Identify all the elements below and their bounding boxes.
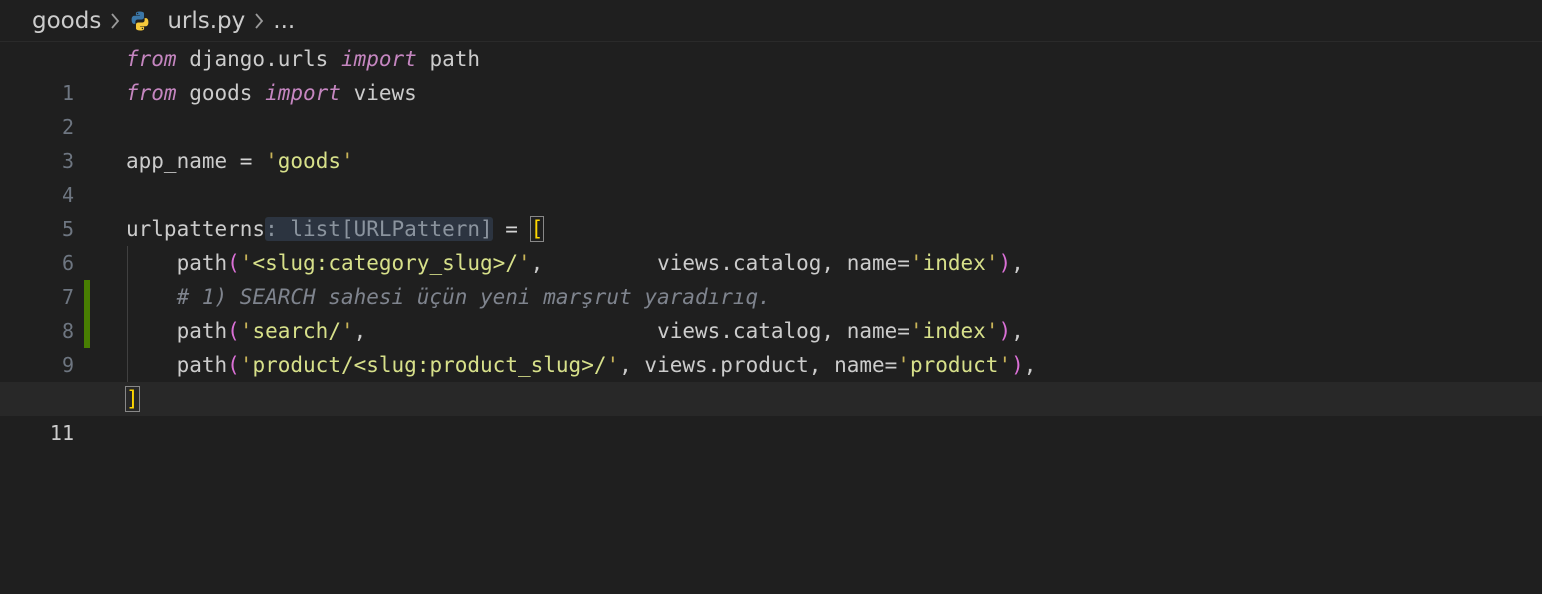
arguments: , views.catalog, name=	[530, 251, 910, 275]
operator: =	[239, 149, 253, 173]
punctuation: ,	[1023, 353, 1037, 377]
quote: '	[985, 251, 999, 275]
keyword: from	[126, 47, 177, 71]
paren: )	[1011, 353, 1024, 377]
code-line[interactable]: 10 path('product/<slug:product_slug>/', …	[0, 348, 1542, 411]
chevron-right-icon	[101, 8, 129, 34]
quote: '	[265, 149, 278, 173]
code-line[interactable]: 5	[0, 178, 1542, 241]
keyword: import	[265, 81, 341, 105]
quote: '	[517, 251, 531, 275]
line-code: urlpatterns: list[URLPattern] = [	[126, 212, 545, 246]
code-line[interactable]: 2 from goods import views	[0, 76, 1542, 139]
breadcrumb: goods urls.py ...	[0, 0, 1542, 42]
import-name: path	[416, 47, 481, 71]
quote: '	[239, 353, 253, 377]
quote: '	[909, 251, 923, 275]
operator: =	[492, 217, 531, 241]
modified-line-indicator[interactable]	[84, 314, 90, 348]
paren: (	[227, 319, 240, 343]
quote: '	[998, 353, 1012, 377]
arguments: , views.product, name=	[619, 353, 898, 377]
keyword: from	[126, 81, 177, 105]
paren: )	[998, 251, 1012, 275]
line-number: 11	[49, 421, 74, 445]
type-inlay-hint: : list[URLPattern]	[265, 217, 493, 241]
string-literal: goods	[277, 149, 341, 173]
paren: )	[998, 319, 1012, 343]
function-call: path	[126, 319, 228, 343]
matching-bracket-close: ]	[125, 386, 140, 412]
line-code: from django.urls import path	[126, 42, 480, 76]
punctuation: ,	[1011, 319, 1024, 343]
code-line[interactable]: 8 # 1) SEARCH sahesi üçün yeni marşrut y…	[0, 280, 1542, 343]
chevron-right-icon	[245, 8, 273, 34]
variable-name: app_name	[126, 149, 240, 173]
string-literal: <slug:category_slug>/	[252, 251, 518, 275]
quote: '	[606, 353, 620, 377]
line-code: ]	[125, 382, 140, 416]
breadcrumb-folder[interactable]: goods	[32, 8, 101, 34]
function-call: path	[126, 353, 228, 377]
quote: '	[897, 353, 910, 377]
code-line[interactable]: 1 from django.urls import path	[0, 42, 1542, 105]
code-line[interactable]: 7 path('<slug:category_slug>/', views.ca…	[0, 246, 1542, 309]
breadcrumb-symbols[interactable]: ...	[273, 8, 295, 34]
code-line[interactable]: 4 app_name = 'goods'	[0, 144, 1542, 207]
line-code: path('<slug:category_slug>/', views.cata…	[126, 246, 1024, 280]
line-code: path('search/', views.catalog, name='ind…	[126, 314, 1024, 348]
arguments: , views.catalog, name=	[353, 319, 910, 343]
quote: '	[239, 251, 253, 275]
function-call: path	[126, 251, 228, 275]
python-file-icon	[129, 10, 151, 32]
breadcrumb-file[interactable]: urls.py	[167, 8, 245, 34]
quote: '	[340, 319, 354, 343]
quote: '	[340, 149, 354, 173]
code-line-current[interactable]: 11 ]	[0, 382, 1542, 445]
string-literal: index	[922, 251, 986, 275]
matching-bracket-open: [	[529, 216, 545, 242]
punctuation: ,	[1011, 251, 1024, 275]
string-literal: product/<slug:product_slug>/	[252, 353, 607, 377]
quote: '	[985, 319, 999, 343]
variable-name: urlpatterns	[126, 217, 266, 241]
string-literal: search/	[252, 319, 341, 343]
string-literal: index	[922, 319, 986, 343]
import-name: views	[340, 81, 417, 105]
code-line[interactable]: 6 urlpatterns: list[URLPattern] = [	[0, 212, 1542, 275]
quote: '	[239, 319, 253, 343]
quote: '	[909, 319, 923, 343]
modified-line-indicator[interactable]	[84, 280, 90, 314]
paren: (	[227, 353, 240, 377]
keyword: import	[340, 47, 417, 71]
code-editor[interactable]: goods urls.py ... 1 from django.urls imp…	[0, 0, 1542, 594]
code-line[interactable]: 9 path('search/', views.catalog, name='i…	[0, 314, 1542, 377]
line-code: app_name = 'goods'	[126, 144, 354, 178]
line-code: from goods import views	[126, 76, 417, 110]
module-name: goods	[176, 81, 266, 105]
code-lines[interactable]: 1 from django.urls import path 2 from go…	[0, 42, 1542, 445]
paren: (	[227, 251, 240, 275]
line-code: path('product/<slug:product_slug>/', vie…	[126, 348, 1037, 382]
module-name: django.urls	[176, 47, 341, 71]
comment: # 1) SEARCH sahesi üçün yeni marşrut yar…	[126, 285, 771, 309]
code-line[interactable]: 3	[0, 110, 1542, 173]
string-literal: product	[909, 353, 999, 377]
